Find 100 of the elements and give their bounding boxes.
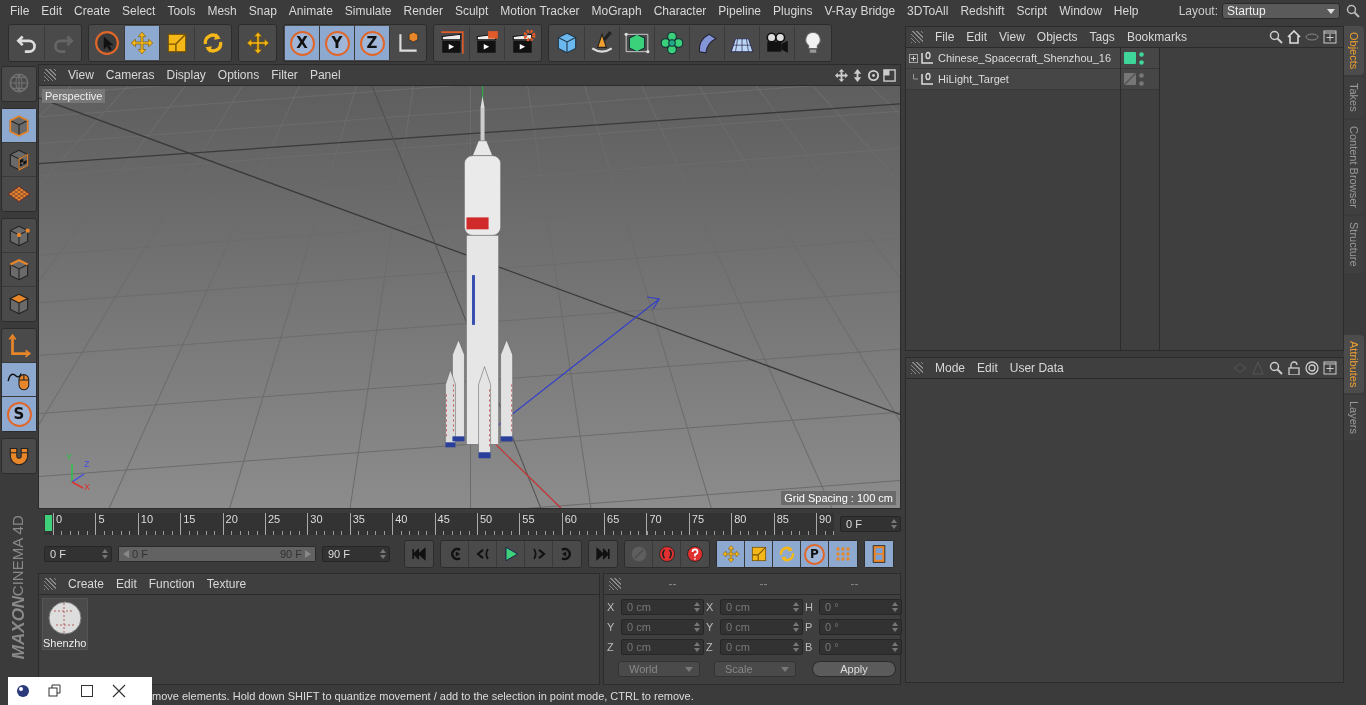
move-tool-button[interactable] [125,26,160,60]
end-frame-field[interactable]: 90 F [322,546,390,562]
restore-icon[interactable] [48,684,62,698]
current-frame-field[interactable]: 0 F [840,516,901,532]
clapperboard-icon [439,30,465,56]
axis-lock-button[interactable]: Z [355,26,390,60]
skip-end-icon [593,544,613,564]
panel-grip-icon[interactable] [44,69,56,81]
menu-item[interactable]: Filter [265,68,304,82]
menu-item[interactable]: User Data [1003,361,1070,375]
object-row[interactable]: Chinese_Spacecraft_Shenzhou_16 [906,48,1120,69]
panel-grip-icon[interactable] [609,578,621,590]
menu-item[interactable]: Select [116,4,162,18]
home-icon[interactable] [1287,30,1301,44]
menu-item[interactable]: Panel [303,68,347,82]
menu-item[interactable]: Edit [971,361,1004,375]
menu-item[interactable]: View [62,68,100,82]
spinner-icon [891,519,897,529]
expand-icon[interactable] [909,53,918,63]
menu-item[interactable]: View [993,30,1031,44]
menu-item[interactable]: Mode [929,361,972,375]
model-mode-button[interactable] [2,109,36,143]
new-panel-icon[interactable] [1323,30,1337,44]
help-circle-icon [685,544,705,564]
apply-button[interactable]: Apply [812,661,896,677]
menu-item[interactable]: Pipeline [712,4,768,18]
side-tab[interactable]: Objects [1344,26,1364,76]
pan-icon[interactable] [835,68,848,82]
timeline-ruler[interactable]: 0 5 10 15 20 25 30 35 40 45 50 55 60 65 70 75 80 85 90 [44,513,834,535]
menu-item[interactable]: Snap [242,4,283,18]
snap-button[interactable]: S [2,397,36,431]
menu-item[interactable]: Script [1010,4,1054,18]
move-tool-button[interactable] [717,541,745,567]
search-icon[interactable] [1269,361,1283,375]
menu-item[interactable]: 3DToAll [901,4,955,18]
timeline-button[interactable] [865,541,893,567]
menu-item[interactable]: Edit [960,30,994,44]
zoom-icon[interactable] [851,68,864,82]
menu-item[interactable]: Plugins [767,4,819,18]
menu-item[interactable]: Edit [35,4,69,18]
panel-grip-icon[interactable] [911,31,923,43]
menu-item[interactable]: File [4,4,36,18]
menu-item[interactable]: Objects [1030,30,1084,44]
menu-item[interactable]: Create [68,4,117,18]
start-frame-field[interactable]: 0 F [44,546,112,562]
search-icon[interactable] [1269,30,1283,44]
search-icon[interactable] [1346,4,1360,18]
layer-color-swatch[interactable] [1124,52,1136,64]
close-icon[interactable] [112,684,126,698]
tweak-mode-button[interactable] [2,363,36,397]
maximize-icon[interactable] [80,684,94,698]
menu-item[interactable]: Window [1053,4,1108,18]
menu-item[interactable]: File [929,30,961,44]
material-thumbnail[interactable]: Shenzho [42,598,88,650]
lock-icon[interactable] [1287,361,1301,375]
visibility-dots-icon[interactable] [1139,51,1144,65]
target-icon[interactable] [1305,361,1319,375]
parameter-key-button[interactable]: P [801,541,829,567]
side-tab[interactable]: Structure [1344,216,1364,273]
menu-item[interactable]: Redshift [954,4,1011,18]
axis-lock-button[interactable]: Y [320,26,355,60]
menu-item[interactable]: Tools [161,4,202,18]
menu-item[interactable]: Display [160,68,212,82]
visibility-dots-icon[interactable] [1139,72,1144,86]
menu-item[interactable]: MoGraph [585,4,648,18]
axis-lock-button[interactable]: X [285,26,320,60]
side-tab[interactable]: Layers [1344,395,1364,441]
object-row[interactable]: HiLight_Target [906,69,1120,90]
menu-item[interactable]: Cameras [99,68,161,82]
menu-item[interactable]: Mesh [201,4,243,18]
new-panel-icon[interactable] [1323,361,1337,375]
frame-number: 10 [137,513,181,535]
menu-item[interactable]: Bookmarks [1120,30,1193,44]
menu-item[interactable]: Render [397,4,449,18]
menu-item[interactable]: Character [647,4,713,18]
side-tab[interactable]: Attributes [1344,334,1364,394]
side-tab[interactable]: Takes [1344,77,1364,119]
column-header: -- [758,577,769,591]
menu-item[interactable]: Animate [282,4,339,18]
menu-item[interactable]: Motion Tracker [494,4,586,18]
menu-item[interactable]: Texture [200,577,253,591]
panel-grip-icon[interactable] [44,578,56,590]
menu-item[interactable]: Simulate [338,4,398,18]
layout-dropdown[interactable]: Startup [1222,3,1340,19]
scale-tool-button[interactable] [745,541,773,567]
rotate-tool-button[interactable] [773,541,801,567]
panel-grip-icon[interactable] [911,362,923,374]
menu-item[interactable]: Tags [1083,30,1121,44]
menu-item[interactable]: V-Ray Bridge [818,4,902,18]
side-tab[interactable]: Content Browser [1344,120,1364,214]
menu-item[interactable]: Create [62,577,111,591]
menu-item[interactable]: Edit [110,577,143,591]
menu-item[interactable]: Options [211,68,266,82]
menu-item[interactable]: Function [142,577,201,591]
orbit-icon[interactable] [867,68,880,82]
frame-number: 0 [53,513,96,535]
camera-label[interactable]: Perspective [42,89,106,103]
menu-item[interactable]: Help [1107,4,1145,18]
menu-item[interactable]: Sculpt [448,4,495,18]
frame-number: 35 [349,513,393,535]
